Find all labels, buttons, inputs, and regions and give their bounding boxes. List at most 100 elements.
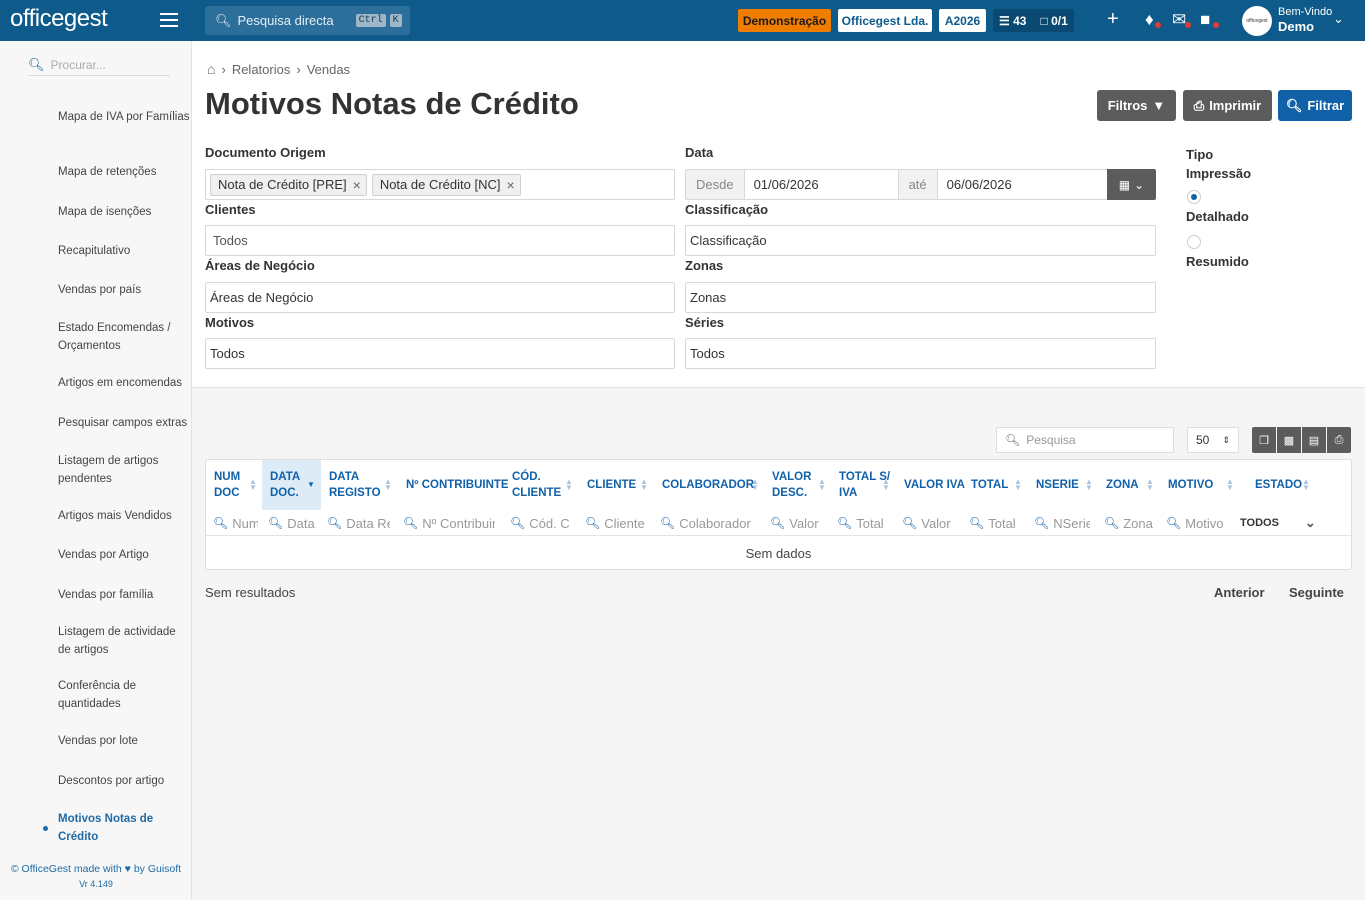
page-size-select[interactable]: 50 ⇕ [1187,427,1239,453]
sort-icon[interactable]: ▲ ▼ [1014,478,1022,492]
counters[interactable]: ☰ 43 □ 0/1 [993,9,1074,32]
sidebar-item[interactable]: Vendas por Artigo [58,547,190,565]
filter-total[interactable]: 🔍︎ Total [969,512,1024,534]
motivos-select[interactable]: Todos [205,338,675,369]
sidebar-item[interactable]: Vendas por família [58,587,190,605]
breadcrumb-relatorios[interactable]: Relatorios [232,62,291,77]
sort-icon[interactable]: ▲ ▼ [1085,478,1093,492]
excel-icon[interactable]: ▩ [1277,427,1301,453]
radio-resumido[interactable] [1187,235,1201,249]
pdf-icon[interactable]: ▤ [1302,427,1326,453]
sort-icon[interactable]: ▲ ▼ [384,478,392,492]
filter-zona[interactable]: 🔍︎ Zona [1104,512,1156,534]
sidebar-item[interactable]: Vendas por país [58,282,190,300]
year-selector[interactable]: A2026 [939,9,986,32]
sidebar-item[interactable]: Descontos por artigo [58,773,190,791]
sort-icon[interactable]: ▲ ▼ [565,478,573,492]
mail-icon[interactable]: ✉ [1172,10,1186,30]
filter-valor-desc[interactable]: 🔍︎ Valor I [770,512,823,534]
sidebar-item[interactable]: Listagem de actividade de artigos [58,624,190,659]
sort-icon[interactable]: ▲ ▼ [751,478,759,492]
sort-icon[interactable]: ▲ ▼ [818,478,826,492]
sidebar-item[interactable]: Pesquisar campos extras [58,415,192,433]
estado-filter-select[interactable]: TODOS ⌄ [1240,512,1316,534]
demo-badge[interactable]: Demonstração [738,9,831,32]
sort-icon[interactable]: ▲ ▼ [882,478,890,492]
imprimir-button[interactable]: ⎙ Imprimir [1183,90,1272,121]
footer-text-2[interactable]: by Guisoft [134,863,181,875]
close-icon[interactable]: × [353,177,361,193]
filter-motivo[interactable]: 🔍︎ Motivo [1166,512,1236,534]
avatar[interactable]: officegest [1242,6,1272,36]
sidebar-item[interactable]: Recapitulativo [58,243,190,261]
sort-icon[interactable]: ▲ ▼ [249,478,257,492]
tasks-counter[interactable]: ☰ 43 [999,14,1026,28]
filtrar-button[interactable]: 🔍︎ Filtrar [1278,90,1352,121]
prev-page-button[interactable]: Anterior [1214,585,1265,600]
filtros-button[interactable]: Filtros ▼ [1097,90,1176,121]
close-icon[interactable]: × [506,177,514,193]
global-search[interactable]: 🔍︎ Pesquisa directa Ctrl K [205,6,410,35]
filter-cod-cliente[interactable]: 🔍︎ Cód. Cl [510,512,570,534]
filter-colaborador[interactable]: 🔍︎ Colaborador [660,512,755,534]
table-search[interactable]: 🔍︎ Pesquisa [996,427,1174,453]
bell-icon[interactable]: ♦ [1145,10,1154,30]
table-search-input[interactable]: Pesquisa [1026,433,1075,447]
sidebar-item-active[interactable]: Motivos Notas de Crédito [58,811,190,846]
calendar-button[interactable]: ▦ ⌄ [1107,169,1156,200]
series-select[interactable]: Todos [685,338,1156,369]
sort-icon[interactable]: ▲ ▼ [1226,478,1234,492]
col-valor-iva[interactable]: VALOR IVA [896,460,965,510]
col-contribuinte[interactable]: Nº CONTRIBUINTE [398,460,509,510]
radio-detalhado[interactable] [1187,190,1201,204]
copy-icon[interactable]: ❐ [1252,427,1276,453]
sidebar-item[interactable]: Mapa de isenções [58,204,190,222]
sort-icon[interactable]: ▲ ▼ [640,478,648,492]
chevron-down-icon[interactable]: ⌄ [1333,11,1344,27]
date-from-input[interactable]: 01/06/2026 [745,170,899,199]
top-bar: officegest 🔍︎ Pesquisa directa Ctrl K De… [0,0,1365,41]
cart-icon[interactable]: ■ [1200,10,1210,30]
filter-data-doc[interactable]: 🔍︎ Data [268,512,316,534]
filter-num-doc[interactable]: 🔍︎ Num [213,512,258,534]
clientes-select[interactable]: Todos [205,225,675,256]
breadcrumb: ⌂ › Relatorios › Vendas [207,61,350,77]
add-icon[interactable]: + [1107,8,1119,31]
breadcrumb-vendas[interactable]: Vendas [307,62,350,77]
sidebar-item[interactable]: Conferência de quantidades [58,678,190,713]
sidebar-item[interactable]: Vendas por lote [58,733,190,751]
sidebar-item[interactable]: Artigos em encomendas [58,375,190,393]
classificacao-select[interactable]: Classificação [685,225,1156,256]
next-page-button[interactable]: Seguinte [1289,585,1344,600]
company-selector[interactable]: Officegest Lda. [838,9,932,32]
sidebar-item[interactable]: Mapa de retenções [58,164,190,182]
filter-nserie[interactable]: 🔍︎ NSerie [1034,512,1090,534]
zonas-select[interactable]: Zonas [685,282,1156,313]
app-logo[interactable]: officegest [10,5,108,33]
sidebar-item[interactable]: Listagem de artigos pendentes [58,453,190,488]
sort-desc-icon[interactable]: ▼ [307,481,315,489]
sidebar-item[interactable]: Estado Encomendas / Orçamentos [58,320,190,355]
home-icon[interactable]: ⌂ [207,61,215,77]
sidebar-item[interactable]: Mapa de IVA por Famílias [58,109,190,127]
sidebar-search-input[interactable]: Procurar... [51,58,106,72]
filter-contribuinte[interactable]: 🔍︎ Nº Contribuir [403,512,495,534]
filter-valor-iva[interactable]: 🔍︎ Valor I [902,512,955,534]
filter-cliente[interactable]: 🔍︎ Cliente [585,512,647,534]
sort-icon[interactable]: ▲ ▼ [1302,478,1310,492]
print-icon[interactable]: ⎙ [1327,427,1351,453]
sort-icon[interactable]: ▲ ▼ [1146,478,1154,492]
col-colaborador[interactable]: COLABORADOR [654,460,764,510]
doc-origem-label: Documento Origem [205,145,326,160]
sidebar-item[interactable]: Artigos mais Vendidos [58,508,190,526]
menu-toggle-icon[interactable] [160,13,178,27]
user-menu[interactable]: Bem-Vindo Demo [1278,7,1332,34]
areas-select[interactable]: Áreas de Negócio [205,282,675,313]
sidebar-search[interactable]: 🔍︎ Procurar... [28,54,170,76]
date-to-input[interactable]: 06/06/2026 [938,177,1012,192]
filter-total-s-iva[interactable]: 🔍︎Total S [837,512,887,534]
doc-origem-select[interactable]: Nota de Crédito [PRE] × Nota de Crédito [… [205,169,675,200]
docs-counter[interactable]: □ 0/1 [1040,14,1067,28]
funnel-icon: ▼ [1152,98,1166,113]
filter-data-registo[interactable]: 🔍︎ Data Re [327,512,390,534]
